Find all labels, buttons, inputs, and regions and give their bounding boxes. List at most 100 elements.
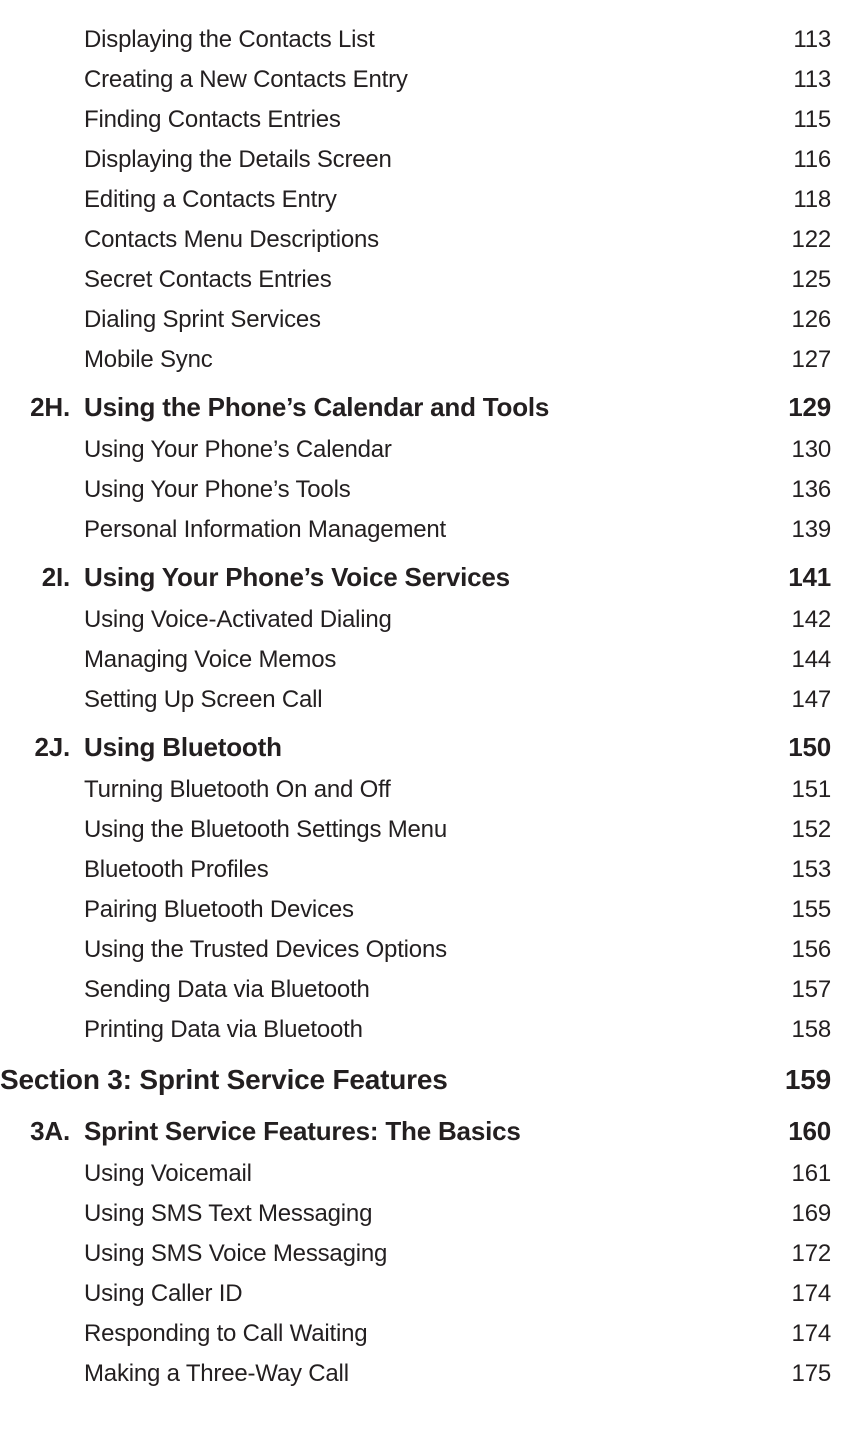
toc-entry: Personal Information Management 139 [0, 504, 831, 544]
toc-entry-title: Using Voicemail [84, 1162, 258, 1186]
toc-entry-title: Using Your Phone’s Voice Services [84, 564, 516, 590]
toc-entry-title: Bluetooth Profiles [84, 858, 275, 882]
toc-entry: 2J.Using Bluetooth 150 [0, 714, 831, 764]
toc-entry-title: Displaying the Contacts List [84, 28, 381, 52]
toc-entry-page: 172 [790, 1242, 831, 1266]
toc-entry: Using SMS Text Messaging 169 [0, 1188, 831, 1228]
toc-entry: Section 3: Sprint Service Features 159 [0, 1044, 831, 1098]
toc-entry: Using Your Phone’s Calendar 130 [0, 424, 831, 464]
toc-entry-page: 130 [790, 438, 831, 462]
toc-entry: Contacts Menu Descriptions 122 [0, 214, 831, 254]
toc-entry-title: Responding to Call Waiting [84, 1322, 373, 1346]
toc-entry: Displaying the Contacts List 113 [0, 14, 831, 54]
toc-entry-title: Using Caller ID [84, 1282, 248, 1306]
toc-entry-page: 126 [790, 308, 831, 332]
toc-entry-page: 157 [790, 978, 831, 1002]
toc-entry: Using Voicemail 161 [0, 1148, 831, 1188]
toc-entry-title: Secret Contacts Entries [84, 268, 338, 292]
toc-entry-page: 175 [790, 1362, 831, 1386]
toc-entry-page: 144 [790, 648, 831, 672]
toc-entry: Making a Three-Way Call 175 [0, 1348, 831, 1388]
toc-entry-title: Mobile Sync [84, 348, 219, 372]
toc-entry-title: Using the Trusted Devices Options [84, 938, 453, 962]
toc-entry: 3A.Sprint Service Features: The Basics 16… [0, 1098, 831, 1148]
toc-entry-title: Making a Three-Way Call [84, 1362, 355, 1386]
toc-entry: Editing a Contacts Entry 118 [0, 174, 831, 214]
toc-entry-page: 169 [790, 1202, 831, 1226]
toc-entry-page: 150 [786, 734, 831, 760]
toc-entry-title: Sending Data via Bluetooth [84, 978, 376, 1002]
toc-entry-page: 141 [786, 564, 831, 590]
toc-entry: Secret Contacts Entries 125 [0, 254, 831, 294]
toc-entry-page: 122 [790, 228, 831, 252]
toc-entry-title: Pairing Bluetooth Devices [84, 898, 360, 922]
toc-entry: Using the Bluetooth Settings Menu 152 [0, 804, 831, 844]
toc-entry: Bluetooth Profiles 153 [0, 844, 831, 884]
toc-entry-title: Printing Data via Bluetooth [84, 1018, 369, 1042]
toc-entry-page: 161 [790, 1162, 831, 1186]
toc-entry-page: 115 [791, 108, 831, 132]
toc-entry: Finding Contacts Entries 115 [0, 94, 831, 134]
toc-entry: Using Caller ID 174 [0, 1268, 831, 1308]
toc-entry-title: Contacts Menu Descriptions [84, 228, 385, 252]
toc-entry-page: 160 [786, 1118, 831, 1144]
toc-entry-prefix: 3A. [0, 1118, 84, 1144]
toc-entry-title: Sprint Service Features: The Basics [84, 1118, 527, 1144]
toc-entry: Managing Voice Memos 144 [0, 634, 831, 674]
toc-entry-title: Personal Information Management [84, 518, 452, 542]
toc-entry-title: Using Your Phone’s Tools [84, 478, 357, 502]
toc-entry-page: 136 [790, 478, 831, 502]
toc-entry: Dialing Sprint Services 126 [0, 294, 831, 334]
toc-entry-title: Section 3: Sprint Service Features [0, 1066, 454, 1094]
toc-entry-title: Finding Contacts Entries [84, 108, 347, 132]
toc-entry-page: 139 [790, 518, 831, 542]
toc-entry-page: 125 [790, 268, 831, 292]
toc-entry-title: Creating a New Contacts Entry [84, 68, 414, 92]
toc-entry-title: Using Your Phone’s Calendar [84, 438, 398, 462]
toc-entry-page: 116 [791, 148, 831, 172]
toc-entry-title: Using SMS Text Messaging [84, 1202, 378, 1226]
toc-entry-page: 174 [790, 1322, 831, 1346]
toc-entry: Using the Trusted Devices Options 156 [0, 924, 831, 964]
toc-entry: 2H.Using the Phone’s Calendar and Tools 1… [0, 374, 831, 424]
toc-entry-title: Using Bluetooth [84, 734, 288, 760]
toc-entry: Using Your Phone’s Tools 136 [0, 464, 831, 504]
toc-entry: Using Voice-Activated Dialing 142 [0, 594, 831, 634]
toc-entry-title: Displaying the Details Screen [84, 148, 398, 172]
toc-entry-page: 158 [790, 1018, 831, 1042]
toc-entry-page: 156 [790, 938, 831, 962]
toc-entry-page: 113 [791, 68, 831, 92]
toc-entry-title: Dialing Sprint Services [84, 308, 327, 332]
toc-page: Displaying the Contacts List113Creating … [0, 0, 857, 1428]
toc-entry-title: Using the Phone’s Calendar and Tools [84, 394, 555, 420]
toc-entry-page: 174 [790, 1282, 831, 1306]
toc-entry: Turning Bluetooth On and Off 151 [0, 764, 831, 804]
toc-entry-prefix: 2J. [0, 734, 84, 760]
toc-entry: Printing Data via Bluetooth 158 [0, 1004, 831, 1044]
toc-entry: Pairing Bluetooth Devices155 [0, 884, 831, 924]
toc-entry-page: 151 [790, 778, 831, 802]
toc-entry-title: Editing a Contacts Entry [84, 188, 343, 212]
toc-entry: Setting Up Screen Call147 [0, 674, 831, 714]
toc-entry-prefix: 2H. [0, 394, 84, 420]
toc-entry: Using SMS Voice Messaging 172 [0, 1228, 831, 1268]
toc-entry: Creating a New Contacts Entry 113 [0, 54, 831, 94]
toc-entry: 2I.Using Your Phone’s Voice Services 141 [0, 544, 831, 594]
toc-entry-page: 113 [791, 28, 831, 52]
toc-entry-page: 153 [790, 858, 831, 882]
toc-entry-page: 142 [790, 608, 831, 632]
toc-entry-page: 118 [791, 188, 831, 212]
toc-entry: Mobile Sync 127 [0, 334, 831, 374]
toc-entry-title: Using Voice-Activated Dialing [84, 608, 398, 632]
toc-entry-page: 159 [783, 1066, 831, 1094]
toc-entry-page: 152 [790, 818, 831, 842]
toc-entry-page: 147 [790, 688, 831, 712]
toc-entry-title: Managing Voice Memos [84, 648, 342, 672]
toc-entry-title: Using SMS Voice Messaging [84, 1242, 393, 1266]
toc-entry-page: 129 [786, 394, 831, 420]
toc-entry-title: Turning Bluetooth On and Off [84, 778, 397, 802]
toc-entry-prefix: 2I. [0, 564, 84, 590]
toc-entry-page: 127 [790, 348, 831, 372]
toc-entry: Sending Data via Bluetooth 157 [0, 964, 831, 1004]
toc-entry-title: Using the Bluetooth Settings Menu [84, 818, 453, 842]
